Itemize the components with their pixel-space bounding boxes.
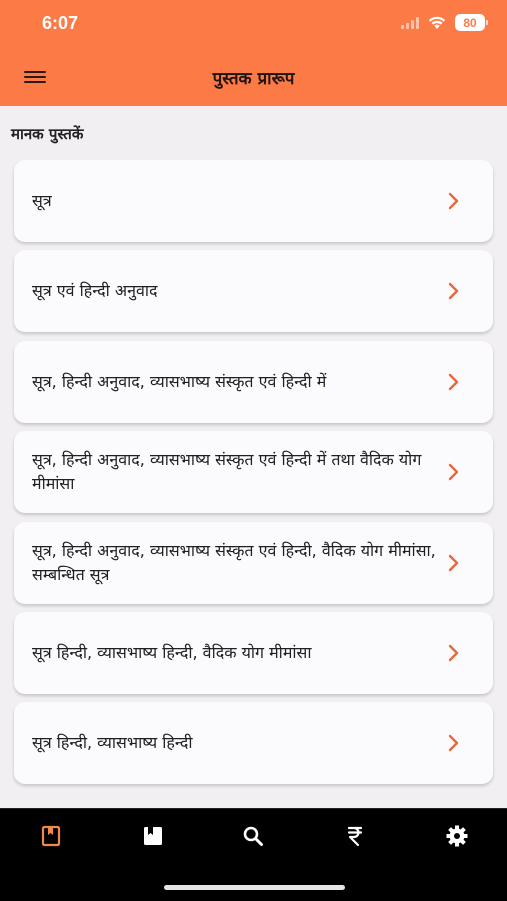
battery-icon: 80: [455, 14, 488, 31]
chevron-right-icon: [448, 735, 459, 752]
book-icon: [41, 825, 61, 847]
tab-books[interactable]: [36, 823, 66, 849]
cellular-signal-icon: [401, 16, 419, 29]
tab-settings[interactable]: [442, 823, 472, 849]
list-item[interactable]: सूत्र हिन्दी, व्यासभाष्य हिन्दी: [14, 702, 493, 785]
chevron-right-icon: [448, 554, 459, 571]
list-item[interactable]: सूत्र, हिन्दी अनुवाद, व्यासभाष्य संस्कृत…: [14, 521, 493, 604]
list-item-label: सूत्र एवं हिन्दी अनुवाद: [32, 281, 158, 301]
chevron-right-icon: [448, 373, 459, 390]
section-title: मानक पुस्तकें: [11, 125, 84, 143]
status-icons: 80: [401, 14, 488, 31]
book-format-list: सूत्र सूत्र एवं हिन्दी अनुवाद सूत्र, हिन…: [14, 160, 493, 793]
search-icon: [243, 826, 263, 846]
tab-bookmarks[interactable]: [138, 823, 168, 849]
app-header: 6:07 80 पुस्तक प्रारूप: [0, 0, 507, 106]
chevron-right-icon: [448, 283, 459, 300]
list-item[interactable]: सूत्र एवं हिन्दी अनुवाद: [14, 250, 493, 333]
rupee-icon: [347, 826, 363, 847]
tab-search[interactable]: [238, 823, 268, 849]
list-item[interactable]: सूत्र हिन्दी, व्यासभाष्य हिन्दी, वैदिक य…: [14, 611, 493, 694]
list-item-label: सूत्र हिन्दी, व्यासभाष्य हिन्दी: [32, 733, 193, 753]
chevron-right-icon: [448, 192, 459, 210]
list-item-label: सूत्र, हिन्दी अनुवाद, व्यासभाष्य संस्कृत…: [32, 371, 327, 391]
page-title: पुस्तक प्रारूप: [212, 69, 295, 89]
list-item-label: सूत्र, हिन्दी अनुवाद, व्यासभाष्य संस्कृत…: [32, 540, 436, 584]
list-item-label: सूत्र: [32, 191, 52, 210]
list-item-label: सूत्र हिन्दी, व्यासभाष्य हिन्दी, वैदिक य…: [32, 642, 312, 662]
list-item[interactable]: सूत्र, हिन्दी अनुवाद, व्यासभाष्य संस्कृत…: [14, 340, 493, 423]
chevron-right-icon: [448, 463, 459, 481]
bookmark-icon: [144, 827, 162, 845]
status-time: 6:07: [42, 13, 79, 33]
wifi-icon: [428, 16, 446, 29]
tab-donate[interactable]: [340, 823, 370, 849]
list-item[interactable]: सूत्र, हिन्दी अनुवाद, व्यासभाष्य संस्कृत…: [14, 431, 493, 514]
gear-icon: [446, 825, 468, 847]
list-item[interactable]: सूत्र: [14, 160, 493, 242]
chevron-right-icon: [448, 644, 459, 662]
home-indicator[interactable]: [164, 885, 345, 890]
list-item-label: सूत्र, हिन्दी अनुवाद, व्यासभाष्य संस्कृत…: [32, 450, 422, 494]
